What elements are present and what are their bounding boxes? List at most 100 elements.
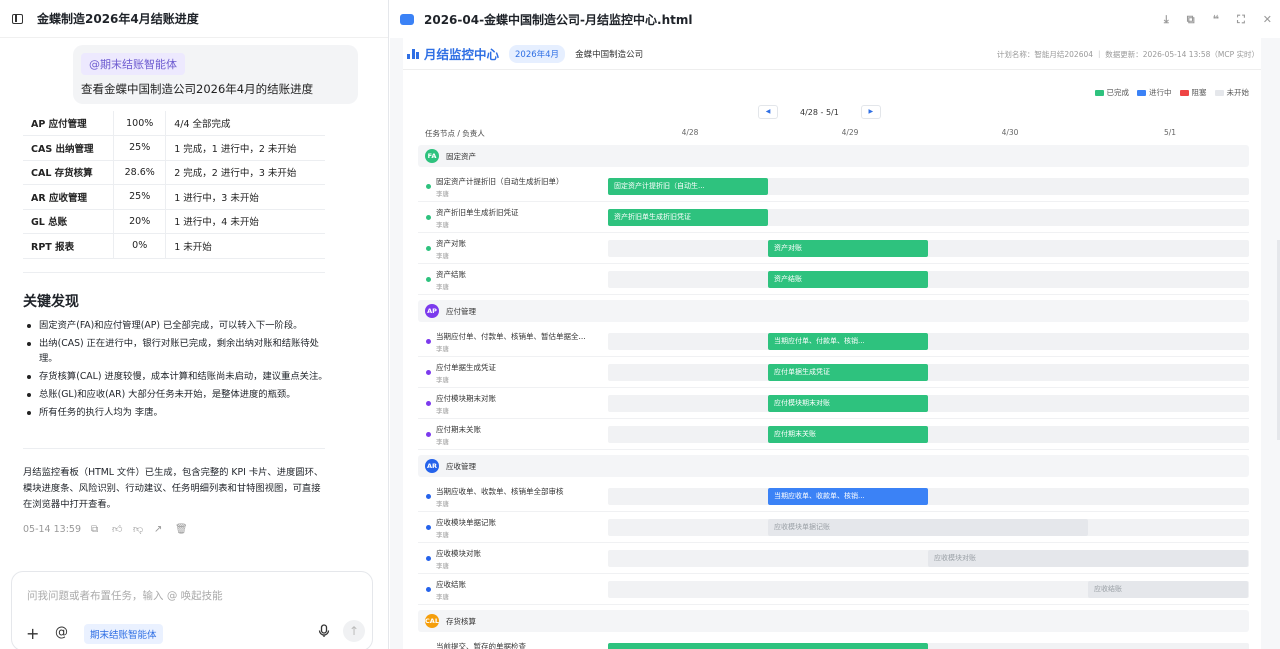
task-name: 应收模块对账 <box>436 549 481 558</box>
send-button[interactable]: ↑ <box>343 620 365 642</box>
gantt-bar[interactable]: 应付单据生成凭证 <box>768 364 928 381</box>
group-name: 应收管理 <box>446 462 476 471</box>
legend-item: 已完成 <box>1094 87 1129 98</box>
gantt-task-row[interactable]: 当前提交、暂存的单据检查李唐 <box>418 636 1249 649</box>
status-dot <box>426 556 431 561</box>
message-meta: 05-14 13:59 ⧉ 👍︎ 👎︎ ↗ 🗑︎ <box>23 524 188 535</box>
gantt-track: 当期应收单、收款单、核销... <box>608 488 1249 505</box>
gantt-task-row[interactable]: 当期应付单、付款单、核销单、暂估单据全... 李唐 当期应付单、付款单、核销... <box>418 326 1249 357</box>
percent-cell: 25% <box>113 184 167 210</box>
date-header: 4/29 <box>841 128 859 137</box>
document-filename: 2026-04-金蝶中国制造公司-月结监控中心.html <box>424 12 693 27</box>
gantt-group-header[interactable]: AP 应付管理 <box>418 300 1249 322</box>
gantt-bar[interactable]: 应付模块期末对账 <box>768 395 928 412</box>
copy-icon[interactable]: ⧉ <box>91 524 102 535</box>
percent-cell: 0% <box>113 233 167 259</box>
status-cell: 1 未开始 <box>165 233 325 259</box>
task-name: 应付模块期末对账 <box>436 394 496 403</box>
share-icon[interactable]: ↗ <box>154 524 165 535</box>
gantt-task-row[interactable]: 应收模块单据记账 李唐 应收模块单据记账 <box>418 512 1249 543</box>
status-dot <box>426 215 431 220</box>
gantt-bar[interactable]: 应收模块单据记账 <box>768 519 1088 536</box>
task-owner: 李唐 <box>436 283 449 291</box>
gantt-task-row[interactable]: 应付单据生成凭证 李唐 应付单据生成凭证 <box>418 357 1249 388</box>
task-column-header: 任务节点 / 负责人 <box>425 129 485 138</box>
task-name: 固定资产计提折旧（自动生成折旧单） <box>436 177 564 186</box>
gantt-task-row[interactable]: 当期应收单、收款单、核销单全部审核 李唐 当期应收单、收款单、核销... <box>418 481 1249 512</box>
table-row: CAL 存货核算 28.6% 2 完成，2 进行中，3 未开始 <box>23 160 325 185</box>
gantt-bar[interactable]: 资产折旧单生成折旧凭证 <box>608 209 768 226</box>
gantt-bar[interactable]: 当期应付单、付款单、核销... <box>768 333 928 350</box>
gantt-bar[interactable] <box>608 643 928 649</box>
status-cell: 1 进行中，4 未开始 <box>165 209 325 234</box>
module-cell: CAL 存货核算 <box>23 160 115 185</box>
gantt-track: 应付单据生成凭证 <box>608 364 1249 381</box>
progress-table: AP 应付管理 100% 4/4 全部完成 CAS 出纳管理 25% 1 完成，1 进行中… <box>23 111 325 259</box>
date-header: 5/1 <box>1163 128 1177 137</box>
percent-cell: 20% <box>113 209 167 234</box>
gantt-group-header[interactable]: AR 应收管理 <box>418 455 1249 477</box>
thumbs-up-icon[interactable]: 👍︎ <box>112 524 123 535</box>
open-external-icon[interactable]: ⧉ <box>1187 13 1195 27</box>
status-dot <box>426 525 431 530</box>
next-range-button[interactable]: ▶ <box>860 105 881 119</box>
gantt-task-row[interactable]: 应付模块期末对账 李唐 应付模块期末对账 <box>418 388 1249 419</box>
gantt-task-row[interactable]: 资产折旧单生成折旧凭证 李唐 资产折旧单生成折旧凭证 <box>418 202 1249 233</box>
microphone-icon[interactable] <box>318 624 330 638</box>
dashboard-title: 月结监控中心 <box>424 47 500 62</box>
gantt-bar[interactable]: 资产对账 <box>768 240 928 257</box>
gantt-task-row[interactable]: 应付期末关账 李唐 应付期末关账 <box>418 419 1249 450</box>
gantt-bar[interactable]: 应收模块对账 <box>928 550 1248 567</box>
message-timestamp: 05-14 13:59 <box>23 524 82 535</box>
close-icon[interactable]: ✕ <box>1263 13 1272 27</box>
mention-icon[interactable]: @ <box>55 625 68 640</box>
gantt-group-header[interactable]: FA 固定资产 <box>418 145 1249 167</box>
task-name: 当期应收单、收款单、核销单全部审核 <box>436 487 564 496</box>
status-cell: 1 进行中，3 未开始 <box>165 184 325 210</box>
chat-input-box[interactable]: 问我问题或者布置任务，输入 @ 唤起技能 + @ 期末结账智能体 ↑ <box>11 571 373 649</box>
thumbs-down-icon[interactable]: 👎︎ <box>133 524 144 535</box>
status-dot <box>426 339 431 344</box>
status-dot <box>426 432 431 437</box>
group-name: 固定资产 <box>446 152 476 161</box>
agent-mention-chip[interactable]: @期末结账智能体 <box>81 53 185 75</box>
chat-input-placeholder[interactable]: 问我问题或者布置任务，输入 @ 唤起技能 <box>27 588 223 603</box>
download-icon[interactable]: ⤓ <box>1164 13 1169 27</box>
gantt-task-row[interactable]: 应收模块对账 李唐 应收模块对账 <box>418 543 1249 574</box>
dashboard-header: 月结监控中心 2026年4月 金蝶中国制造公司 计划名称：智能月结202604 … <box>403 38 1261 70</box>
gantt-track: 应收模块对账 <box>608 550 1249 567</box>
status-dot <box>426 587 431 592</box>
module-cell: GL 总账 <box>23 209 115 234</box>
module-cell: RPT 报表 <box>23 233 115 259</box>
task-owner: 李唐 <box>436 190 449 198</box>
percent-cell: 28.6% <box>113 160 167 185</box>
gantt-group-header[interactable]: CAL 存货核算 <box>418 610 1249 632</box>
gantt-task-row[interactable]: 固定资产计提折旧（自动生成折旧单） 李唐 固定资产计提折旧（自动生... <box>418 171 1249 202</box>
delete-icon[interactable]: 🗑︎ <box>175 524 188 535</box>
chat-panel: 金蝶制造2026年4月结账进度 @期末结账智能体 查看金蝶中国制造公司2026年… <box>0 0 389 649</box>
gantt-task-row[interactable]: 应收结账 李唐 应收结账 <box>418 574 1249 605</box>
status-dot <box>426 184 431 189</box>
document-panel: 2026-04-金蝶中国制造公司-月结监控中心.html ⤓ ⧉ ❝ ⛶ ✕ 月… <box>390 0 1280 649</box>
date-range-label: 4/28 - 5/1 <box>800 107 839 117</box>
gantt-task-row[interactable]: 资产对账 李唐 资产对账 <box>418 233 1249 264</box>
gantt-bar[interactable]: 固定资产计提折旧（自动生... <box>608 178 768 195</box>
quote-icon[interactable]: ❝ <box>1213 13 1219 27</box>
document-header: 2026-04-金蝶中国制造公司-月结监控中心.html ⤓ ⧉ ❝ ⛶ ✕ <box>390 0 1280 38</box>
sidebar-toggle-icon[interactable] <box>12 13 23 24</box>
html-file-icon <box>400 13 414 25</box>
period-chip[interactable]: 2026年4月 <box>509 44 566 63</box>
gantt-task-row[interactable]: 资产结账 李唐 资产结账 <box>418 264 1249 295</box>
legend-swatch <box>1214 89 1224 96</box>
add-icon[interactable]: + <box>26 624 39 643</box>
gantt-bar[interactable]: 资产结账 <box>768 271 928 288</box>
agent-chip[interactable]: 期末结账智能体 <box>84 624 163 644</box>
prev-range-button[interactable]: ◀ <box>758 105 778 119</box>
company-name: 金蝶中国制造公司 <box>575 49 644 60</box>
gantt-bar[interactable]: 应收结账 <box>1088 581 1248 598</box>
gantt-bar[interactable]: 应付期末关账 <box>768 426 928 443</box>
task-owner: 李唐 <box>436 500 449 508</box>
fullscreen-icon[interactable]: ⛶ <box>1237 13 1245 27</box>
gantt-bar[interactable]: 当期应收单、收款单、核销... <box>768 488 928 505</box>
task-owner: 李唐 <box>436 376 449 384</box>
